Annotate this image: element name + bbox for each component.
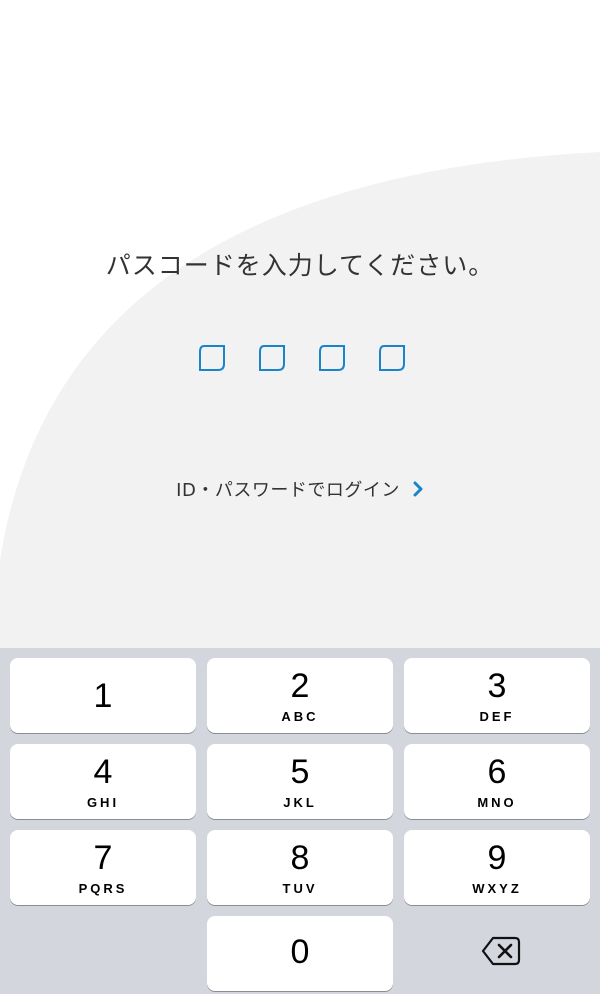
- key-7[interactable]: 7 PQRS: [10, 830, 196, 905]
- key-letters: MNO: [477, 795, 517, 810]
- passcode-dot-4: [379, 345, 405, 371]
- key-5[interactable]: 5 JKL: [207, 744, 393, 819]
- key-1[interactable]: 1: [10, 658, 196, 733]
- key-letters: GHI: [86, 795, 120, 810]
- key-2[interactable]: 2 ABC: [207, 658, 393, 733]
- passcode-dot-1: [199, 345, 225, 371]
- key-letters: TUV: [282, 881, 318, 896]
- key-digit: 4: [93, 753, 113, 791]
- passcode-screen: パスコードを入力してください。 ID・パスワードでログイン 1 2 ABC 3: [0, 0, 600, 994]
- key-letters: WXYZ: [472, 881, 522, 896]
- key-letters: JKL: [283, 795, 317, 810]
- passcode-prompt: パスコードを入力してください。: [105, 251, 495, 280]
- key-4[interactable]: 4 GHI: [10, 744, 196, 819]
- key-digit: 0: [290, 933, 310, 971]
- passcode-dot-2: [259, 345, 285, 371]
- key-digit: 3: [487, 667, 507, 705]
- passcode-dot-3: [319, 345, 345, 371]
- backspace-icon: [481, 936, 521, 966]
- background-arc: [0, 152, 600, 650]
- key-digit: 9: [487, 839, 507, 877]
- key-6[interactable]: 6 MNO: [404, 744, 590, 819]
- key-letters: ABC: [281, 709, 319, 724]
- key-0[interactable]: 0: [207, 916, 393, 991]
- delete-key[interactable]: [404, 916, 590, 991]
- key-8[interactable]: 8 TUV: [207, 830, 393, 905]
- key-letters: PQRS: [78, 881, 128, 896]
- key-digit: 5: [290, 753, 310, 791]
- key-9[interactable]: 9 WXYZ: [404, 830, 590, 905]
- key-letters: DEF: [479, 709, 515, 724]
- numeric-keypad: 1 2 ABC 3 DEF 4 GHI 5 JKL 6 MNO 7 PQRS 8…: [0, 648, 600, 994]
- key-digit: 2: [290, 667, 310, 705]
- passcode-indicator: [198, 344, 406, 374]
- id-password-login-link[interactable]: ID・パスワードでログイン: [0, 476, 600, 502]
- key-3[interactable]: 3 DEF: [404, 658, 590, 733]
- key-digit: 1: [93, 677, 113, 715]
- key-digit: 8: [290, 839, 310, 877]
- key-digit: 7: [93, 839, 113, 877]
- key-digit: 6: [487, 753, 507, 791]
- chevron-right-icon: [413, 481, 423, 497]
- login-link-label: ID・パスワードでログイン: [176, 480, 400, 501]
